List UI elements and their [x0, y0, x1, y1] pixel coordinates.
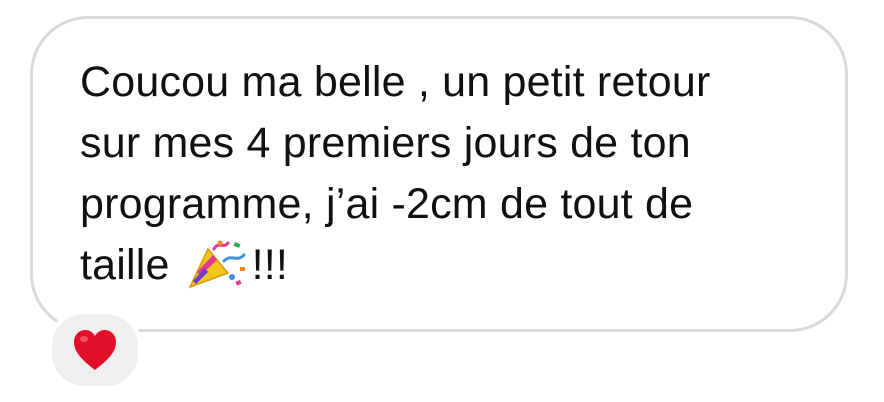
message-line-3: programme, j’ai -2cm de tout de	[80, 180, 694, 228]
red-heart-icon	[72, 328, 118, 372]
message-line-2: sur mes 4 premiers jours de ton	[80, 119, 691, 167]
message-line-1: Coucou ma belle , un petit retour	[80, 58, 711, 106]
message-line-4-end: !!!	[251, 241, 289, 289]
message-text: Coucou ma belle , un petit retour sur me…	[80, 52, 820, 296]
heart-reaction-badge[interactable]	[48, 310, 142, 390]
message-line-4-start: taille	[80, 241, 170, 289]
party-popper-icon	[184, 239, 248, 291]
